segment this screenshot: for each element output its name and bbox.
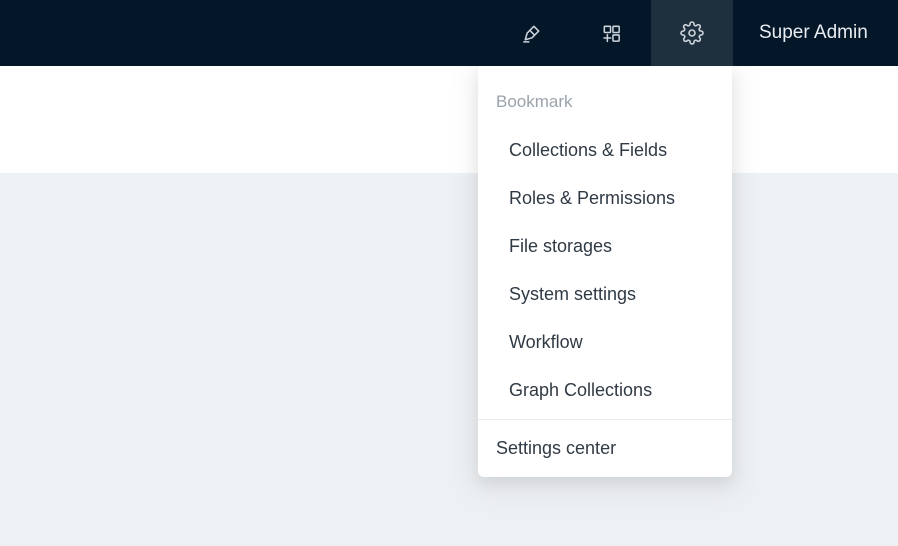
settings-gear-icon bbox=[680, 21, 704, 45]
highlight-button[interactable] bbox=[491, 0, 571, 66]
menu-item-file-storages[interactable]: File storages bbox=[478, 222, 732, 270]
user-menu[interactable]: Super Admin bbox=[759, 0, 880, 66]
content-header-band bbox=[0, 66, 898, 173]
top-navbar: Super Admin bbox=[0, 0, 898, 66]
dropdown-item-list: Collections & Fields Roles & Permissions… bbox=[478, 126, 732, 414]
settings-dropdown-menu: Bookmark Collections & Fields Roles & Pe… bbox=[478, 66, 732, 477]
menu-item-system-settings[interactable]: System settings bbox=[478, 270, 732, 318]
menu-item-graph-collections[interactable]: Graph Collections bbox=[478, 366, 732, 414]
menu-item-collections-and-fields[interactable]: Collections & Fields bbox=[478, 126, 732, 174]
highlight-icon bbox=[520, 22, 543, 45]
dropdown-section-header: Bookmark bbox=[496, 88, 714, 116]
modules-icon bbox=[600, 22, 623, 45]
menu-item-workflow[interactable]: Workflow bbox=[478, 318, 732, 366]
menu-item-settings-center[interactable]: Settings center bbox=[478, 420, 732, 477]
menu-item-roles-and-permissions[interactable]: Roles & Permissions bbox=[478, 174, 732, 222]
modules-button[interactable] bbox=[571, 0, 651, 66]
settings-gear-button[interactable] bbox=[651, 0, 733, 66]
